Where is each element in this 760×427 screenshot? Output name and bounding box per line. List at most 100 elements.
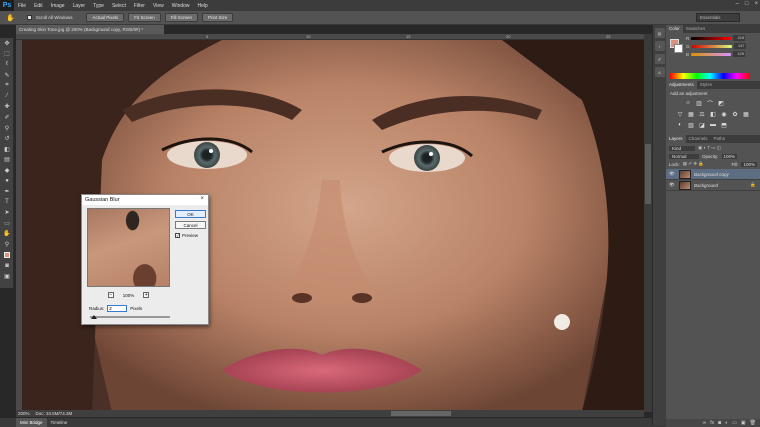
- rectangle-icon[interactable]: ▭: [0, 218, 14, 229]
- quick-select-icon[interactable]: ✎: [0, 70, 14, 81]
- photo-filter-icon[interactable]: ◉: [720, 110, 728, 118]
- layer-name[interactable]: Background copy: [694, 172, 729, 177]
- trash-icon[interactable]: 🗑: [750, 420, 756, 426]
- tab-mini-bridge[interactable]: Mini Bridge: [16, 418, 47, 427]
- preview-window[interactable]: [87, 208, 170, 287]
- visibility-eye-icon[interactable]: 👁: [669, 171, 676, 177]
- horizontal-scroll-thumb[interactable]: [391, 411, 451, 416]
- green-value[interactable]: 147: [733, 43, 746, 49]
- gradient-icon[interactable]: ▤: [0, 155, 14, 166]
- group-icon[interactable]: ▭: [732, 420, 737, 426]
- layer-row-background-copy[interactable]: 👁 Background copy: [666, 169, 760, 180]
- print-size-button[interactable]: Print Size: [202, 13, 234, 22]
- maximize-icon[interactable]: □: [745, 1, 749, 7]
- preview-checkbox-row[interactable]: ✓ Preview: [175, 233, 198, 238]
- tab-swatches[interactable]: Swatches: [683, 25, 709, 33]
- green-slider[interactable]: [691, 44, 732, 48]
- close-icon[interactable]: ×: [200, 196, 204, 202]
- layer-name[interactable]: Background: [694, 183, 718, 188]
- radius-input[interactable]: [107, 305, 128, 312]
- healing-icon[interactable]: ✚: [0, 102, 14, 113]
- zoom-icon[interactable]: ⚲: [0, 239, 14, 250]
- blue-slider[interactable]: [691, 52, 732, 56]
- radius-slider-thumb[interactable]: [91, 315, 97, 319]
- brightness-icon[interactable]: ☼: [684, 99, 692, 107]
- workspace-select[interactable]: Essentials: [696, 13, 740, 22]
- layer-filter-kind[interactable]: Kind: [669, 145, 695, 151]
- zoom-out-button[interactable]: −: [107, 292, 114, 298]
- link-icon[interactable]: ∞: [703, 420, 707, 426]
- tab-color[interactable]: Color: [666, 25, 683, 33]
- background-swatch[interactable]: [674, 44, 683, 53]
- scroll-thumb[interactable]: [645, 144, 651, 204]
- invert-icon[interactable]: ◐: [676, 121, 684, 129]
- gradient-map-icon[interactable]: ▬: [709, 121, 717, 129]
- selective-color-icon[interactable]: ⬒: [720, 121, 728, 129]
- adjustment-layer-icon[interactable]: ◐: [725, 420, 728, 426]
- clone-stamp-icon[interactable]: ⚲: [0, 123, 14, 134]
- path-select-icon[interactable]: ➤: [0, 208, 14, 219]
- cancel-button[interactable]: Cancel: [175, 221, 206, 229]
- tab-styles[interactable]: Styles: [697, 81, 715, 89]
- zoom-level[interactable]: 200%: [18, 410, 30, 417]
- menu-filter[interactable]: Filter: [130, 3, 149, 9]
- tab-channels[interactable]: Channels: [686, 135, 711, 143]
- fill-screen-button[interactable]: Fill Screen: [164, 13, 199, 22]
- hue-icon[interactable]: ▦: [687, 110, 695, 118]
- threshold-icon[interactable]: ◪: [698, 121, 706, 129]
- eyedropper-icon[interactable]: ⁄: [0, 91, 14, 102]
- dodge-icon[interactable]: ●: [0, 176, 14, 187]
- tab-timeline[interactable]: Timeline: [51, 418, 68, 427]
- lasso-icon[interactable]: ℓ: [0, 59, 14, 70]
- menu-select[interactable]: Select: [108, 3, 130, 9]
- fx-icon[interactable]: fx: [710, 420, 714, 426]
- menu-file[interactable]: File: [14, 3, 30, 9]
- actual-pixels-button[interactable]: Actual Pixels: [86, 13, 125, 22]
- menu-image[interactable]: Image: [47, 3, 69, 9]
- pen-icon[interactable]: ✒: [0, 186, 14, 197]
- crop-icon[interactable]: ⌗: [0, 80, 14, 91]
- new-layer-icon[interactable]: ▣: [741, 420, 746, 426]
- ok-button[interactable]: OK: [175, 210, 206, 218]
- menu-help[interactable]: Help: [194, 3, 212, 9]
- opacity-input[interactable]: 100%: [721, 154, 738, 159]
- mask-icon[interactable]: ◙: [718, 420, 721, 426]
- tab-paths[interactable]: Paths: [711, 135, 729, 143]
- menu-edit[interactable]: Edit: [30, 3, 47, 9]
- blue-value[interactable]: 125: [733, 51, 746, 57]
- levels-icon[interactable]: ▥: [695, 99, 703, 107]
- red-value[interactable]: 215: [733, 35, 746, 41]
- minimize-icon[interactable]: –: [736, 1, 739, 7]
- lock-icons[interactable]: ▦ ✐ ✥ 🔒: [683, 161, 704, 167]
- foreground-color-icon[interactable]: [0, 250, 14, 261]
- channel-mixer-icon[interactable]: ✿: [731, 110, 739, 118]
- marquee-icon[interactable]: ⬚: [0, 49, 14, 60]
- tab-layers[interactable]: Layers: [666, 135, 686, 143]
- blur-icon[interactable]: ◆: [0, 165, 14, 176]
- scroll-all-checkbox[interactable]: [26, 15, 32, 20]
- fill-input[interactable]: 100%: [741, 161, 757, 167]
- posterize-icon[interactable]: ▧: [687, 121, 695, 129]
- move-icon[interactable]: ✥: [0, 38, 14, 49]
- type-icon[interactable]: T: [0, 197, 14, 208]
- spectrum-bar[interactable]: [670, 73, 750, 79]
- history-brush-icon[interactable]: ↺: [0, 133, 14, 144]
- brush-panel-icon[interactable]: ✐: [654, 54, 665, 64]
- brush-icon[interactable]: ✐: [0, 112, 14, 123]
- hand-tool-icon[interactable]: ✋: [6, 14, 15, 22]
- fit-screen-button[interactable]: Fit Screen: [128, 13, 161, 22]
- vertical-scrollbar[interactable]: [644, 34, 652, 412]
- hand-icon[interactable]: ✋: [0, 229, 14, 240]
- close-icon[interactable]: ×: [754, 1, 758, 7]
- quick-mask-icon[interactable]: ◙: [0, 260, 14, 271]
- preview-checkbox[interactable]: ✓: [175, 233, 180, 238]
- curves-icon[interactable]: ⌒: [706, 99, 714, 108]
- menu-layer[interactable]: Layer: [69, 3, 90, 9]
- menu-view[interactable]: View: [149, 3, 168, 9]
- menu-window[interactable]: Window: [168, 3, 194, 9]
- blend-mode-select[interactable]: Normal: [669, 154, 699, 159]
- zoom-in-button[interactable]: +: [143, 292, 150, 298]
- visibility-eye-icon[interactable]: 👁: [669, 182, 676, 188]
- exposure-icon[interactable]: ◩: [717, 99, 725, 107]
- menu-type[interactable]: Type: [89, 3, 108, 9]
